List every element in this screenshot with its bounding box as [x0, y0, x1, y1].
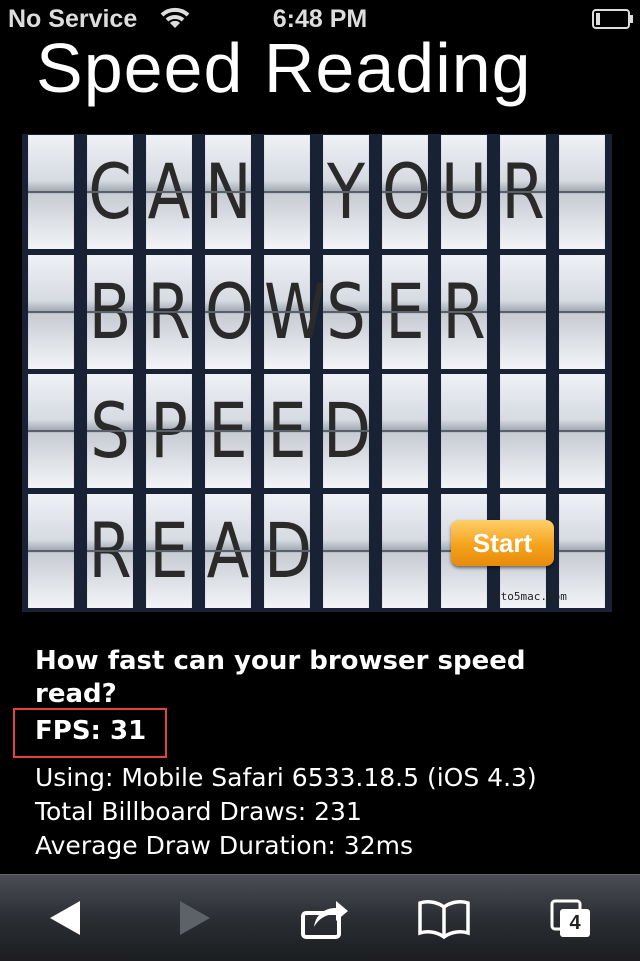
billboard-tile: D — [264, 493, 312, 608]
billboard-tile: R — [87, 493, 133, 608]
safari-toolbar: 4 — [0, 874, 640, 961]
billboard-tile — [28, 374, 74, 488]
billboard-tile — [28, 493, 74, 608]
billboard-tile — [500, 254, 546, 369]
billboard-tile: O — [382, 135, 431, 249]
billboard-tile: D — [323, 374, 371, 488]
billboard-tile: O — [205, 254, 254, 369]
page-title: Speed Reading — [36, 29, 532, 107]
billboard-tile — [500, 374, 546, 488]
billboard-tile: R — [500, 135, 546, 249]
billboard-tile — [559, 374, 605, 488]
billboard-tile: R — [441, 254, 487, 369]
forward-button[interactable] — [162, 893, 222, 943]
share-button[interactable] — [294, 893, 354, 943]
billboard-tile: B — [87, 254, 133, 369]
billboard-tile — [28, 135, 74, 249]
billboard-tile: P — [146, 374, 192, 488]
total-draws: Total Billboard Draws: 231 — [35, 797, 362, 826]
billboard-tile: U — [441, 135, 487, 249]
bookmarks-button[interactable] — [414, 893, 474, 943]
billboard-tile: Y — [323, 135, 369, 249]
share-icon — [301, 901, 348, 939]
average-draw-duration: Average Draw Duration: 32ms — [35, 831, 413, 860]
browser-info: Using: Mobile Safari 6533.18.5 (iOS 4.3) — [35, 763, 537, 792]
billboard-tile: W — [264, 254, 326, 369]
billboard-tile — [559, 254, 605, 369]
billboard-tile: E — [205, 374, 251, 488]
billboard-tile: N — [205, 135, 252, 249]
billboard-tile — [264, 135, 310, 249]
billboard-tile: A — [205, 493, 251, 608]
tabs-button[interactable]: 4 — [544, 893, 604, 943]
billboard-tile: C — [87, 135, 133, 249]
billboard-tile — [323, 493, 369, 608]
back-button[interactable] — [38, 893, 98, 943]
billboard-tile — [382, 493, 428, 608]
bookmarks-book-icon — [418, 900, 470, 940]
billboard-tile: E — [382, 254, 428, 369]
billboard-tile — [28, 254, 74, 369]
billboard-tile — [441, 374, 487, 488]
billboard-tile: R — [146, 254, 192, 369]
billboard-tile: E — [146, 493, 192, 608]
question-heading: How fast can your browser speed read? — [35, 646, 526, 709]
tabs-count: 4 — [569, 912, 581, 934]
billboard-tile: S — [87, 374, 133, 488]
battery-icon — [592, 9, 633, 29]
back-arrow-icon — [50, 901, 80, 935]
fps-readout: FPS: 31 — [35, 716, 147, 746]
start-button[interactable]: Start — [451, 520, 554, 566]
billboard-tile — [382, 374, 428, 488]
billboard-tile — [559, 135, 605, 249]
forward-arrow-icon — [180, 901, 210, 935]
billboard-tile: S — [323, 254, 369, 369]
billboard-tile: A — [146, 135, 192, 249]
billboard-tile: E — [264, 374, 310, 488]
watermark-label: 9to5mac.com — [494, 590, 567, 603]
